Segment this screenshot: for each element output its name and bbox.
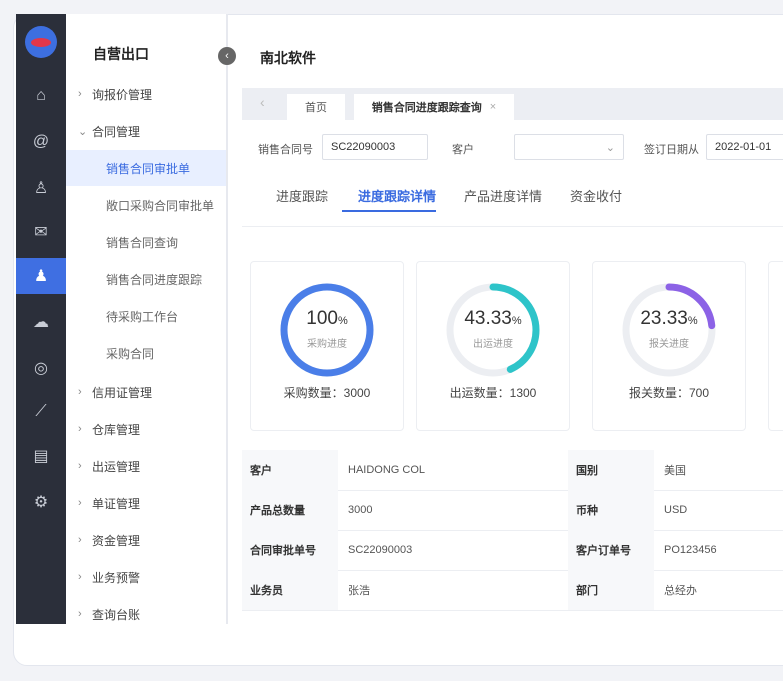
tab-scroll-left-icon[interactable]: ‹ (260, 94, 265, 110)
collapse-sidebar-button[interactable]: ‹ (218, 47, 236, 65)
close-icon[interactable]: × (490, 101, 496, 113)
table-row: 业务员 张浩 部门 总经办 (242, 570, 783, 611)
tab-home[interactable]: 首页 (287, 94, 345, 120)
filter-bar: 销售合同号 SC22090003 客户 ⌄ 签订日期从 2022-01-01 (258, 134, 783, 162)
user-icon[interactable]: ♙ (16, 170, 66, 206)
icon-rail: ⌂ @ ♙ ✉ ♟ ☁ ◎ ⟋ ▤ ⚙ (16, 14, 66, 624)
menu-item-ledger[interactable]: › 查询台账 (78, 604, 140, 624)
info-key: 客户 (242, 450, 338, 490)
chevron-right-icon: › (78, 88, 82, 100)
info-value: USD (664, 504, 688, 516)
chevron-right-icon: › (78, 608, 82, 620)
at-icon[interactable]: @ (16, 124, 66, 160)
info-value: 美国 (664, 465, 686, 477)
info-key: 币种 (568, 490, 654, 530)
target-icon[interactable]: ◎ (16, 350, 66, 386)
menu-item-contract[interactable]: ⌄ 合同管理 (78, 121, 140, 141)
active-tab-underline (342, 210, 436, 212)
cloud-icon[interactable]: ☁ (16, 304, 66, 340)
contract-no-label: 销售合同号 (258, 144, 313, 156)
menu-item-lc[interactable]: › 信用证管理 (78, 382, 152, 402)
info-value: 张浩 (348, 585, 370, 597)
progress-quantity: 报关数量：700 (628, 386, 710, 400)
sub-item-open-purchase[interactable]: 敞口采购合同审批单 (66, 187, 226, 223)
progress-card-partial (768, 261, 783, 431)
chart-icon[interactable]: ⟋ (16, 394, 66, 430)
info-value: SC22090003 (348, 544, 413, 556)
date-from-input[interactable]: 2022-01-01 (706, 134, 783, 160)
progress-card-purchase: 100% 采购进度 采购数量：3000 (250, 261, 404, 431)
info-key: 部门 (568, 570, 654, 610)
chevron-right-icon: › (78, 386, 82, 398)
info-value: HAIDONG COL (348, 464, 426, 476)
progress-value: 23.33% (640, 308, 698, 329)
contract-icon[interactable]: ♟ (16, 258, 66, 294)
chevron-left-icon: ‹ (225, 50, 229, 62)
brand-title: 自营出口 (93, 46, 149, 62)
mail-icon[interactable]: ✉ (16, 214, 66, 250)
info-value: PO123456 (664, 544, 717, 556)
app-logo-icon (25, 26, 57, 58)
sidebar-menu: 自营出口 › 询报价管理 ⌄ 合同管理 销售合同审批单 敞口采购合同审批单 销售… (66, 14, 228, 624)
progress-quantity: 采购数量：3000 (283, 386, 371, 400)
info-key: 合同审批单号 (242, 530, 338, 570)
info-key: 产品总数量 (242, 490, 338, 530)
progress-label: 采购进度 (307, 339, 347, 350)
info-key: 业务员 (242, 570, 338, 610)
progress-ring (622, 283, 716, 377)
chevron-right-icon: › (78, 534, 82, 546)
menu-item-documents[interactable]: › 单证管理 (78, 493, 140, 513)
divider (242, 226, 783, 227)
customer-select[interactable]: ⌄ (514, 134, 624, 160)
progress-label: 出运进度 (473, 339, 513, 350)
progress-card-shipping: 43.33% 出运进度 出运数量：1300 (416, 261, 570, 431)
chevron-right-icon: › (78, 423, 82, 435)
menu-item-alerts[interactable]: › 业务预警 (78, 567, 140, 587)
settings-icon[interactable]: ⚙ (16, 484, 66, 520)
sub-item-sales-query[interactable]: 销售合同查询 (66, 224, 226, 260)
progress-ring (446, 283, 540, 377)
tab-progress-detail[interactable]: 进度跟踪详情 (358, 186, 436, 205)
info-key: 客户订单号 (568, 530, 654, 570)
date-from-label: 签订日期从 (644, 144, 699, 156)
info-value: 3000 (348, 504, 373, 516)
main-content: 南北软件 ‹ 首页 销售合同进度跟踪查询 × 销售合同号 SC22090003 … (228, 14, 783, 654)
progress-value: 100% (306, 308, 348, 329)
sub-item-sales-approval[interactable]: 销售合同审批单 (66, 150, 226, 186)
progress-ring (280, 283, 374, 377)
chevron-down-icon: ⌄ (605, 141, 615, 154)
table-row: 合同审批单号 SC22090003 客户订单号 PO123456 (242, 530, 783, 571)
menu-item-funds[interactable]: › 资金管理 (78, 530, 140, 550)
customer-label: 客户 (452, 144, 474, 156)
chevron-right-icon: › (78, 571, 82, 583)
sub-item-purchase-contract[interactable]: 采购合同 (66, 335, 226, 371)
tab-product-progress[interactable]: 产品进度详情 (464, 186, 542, 205)
chevron-right-icon: › (78, 497, 82, 509)
menu-item-quotation[interactable]: › 询报价管理 (78, 84, 152, 104)
chevron-down-icon: ⌄ (78, 125, 88, 138)
info-value: 总经办 (664, 585, 697, 597)
tab-progress-query[interactable]: 销售合同进度跟踪查询 × (354, 94, 514, 120)
progress-card-customs: 23.33% 报关进度 报关数量：700 (592, 261, 746, 431)
progress-value: 43.33% (464, 308, 522, 329)
sub-item-purchase-workbench[interactable]: 待采购工作台 (66, 298, 226, 334)
table-row: 产品总数量 3000 币种 USD (242, 490, 783, 531)
chevron-right-icon: › (78, 460, 82, 472)
tab-progress-tracking[interactable]: 进度跟踪 (276, 186, 328, 205)
contract-no-input[interactable]: SC22090003 (322, 134, 428, 160)
sub-item-progress-tracking[interactable]: 销售合同进度跟踪 (66, 261, 226, 297)
info-key: 国别 (568, 450, 654, 490)
tab-bar: ‹ 首页 销售合同进度跟踪查询 × (242, 88, 783, 120)
table-row: 客户 HAIDONG COL 国别 美国 (242, 450, 783, 491)
menu-item-shipping[interactable]: › 出运管理 (78, 456, 140, 476)
progress-label: 报关进度 (649, 339, 689, 350)
report-icon[interactable]: ▤ (16, 438, 66, 474)
home-icon[interactable]: ⌂ (16, 78, 66, 114)
tab-funds[interactable]: 资金收付 (570, 186, 622, 205)
menu-item-warehouse[interactable]: › 仓库管理 (78, 419, 140, 439)
progress-quantity: 出运数量：1300 (449, 386, 537, 400)
company-name: 南北软件 (260, 50, 316, 66)
